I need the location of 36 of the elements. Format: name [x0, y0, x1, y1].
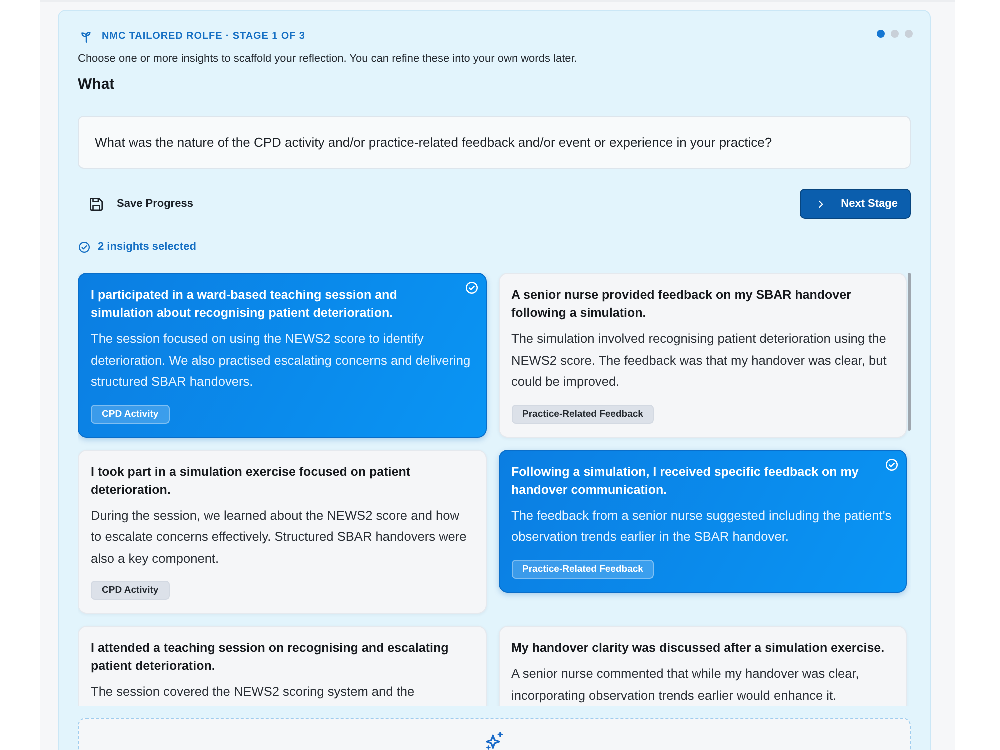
- question-prompt: What was the nature of the CPD activity and/or practice-related feedback and/or event or experience in your practice?: [78, 116, 911, 169]
- sparkle-icon: [486, 732, 504, 750]
- stage-dot-icon[interactable]: [905, 30, 913, 38]
- insight-text: The simulation involved recognising patient deterioration using the NEWS2 score. The feedback was that my handover was clear, but could be improved.: [512, 330, 888, 391]
- insight-title: I attended a teaching session on recognising and escalating patient deterioration.: [91, 640, 450, 675]
- insight-card[interactable]: My handover clarity was discussed after a simulation exercise. A senior nurse commented that while my handover was clear, incorporating observation trends earlier would enhance it.: [498, 626, 907, 706]
- insight-text: The session covered the NEWS2 scoring system and the: [91, 683, 416, 701]
- insight-title: I took part in a simulation exercise focused on patient deterioration.: [91, 464, 412, 498]
- insight-text: The session focused on using the NEWS2 score to identify deterioration. We also practised escalating concerns and delivering structured SBAR handovers.: [91, 330, 472, 391]
- insight-text: During the session, we learned about the NEWS2 score and how to escalate concerns effectively. Structured SBAR handovers were also a key component.: [91, 506, 468, 568]
- insight-title: Following a simulation, I received specific feedback on my handover communication.: [512, 464, 860, 498]
- category-tag: Practice-Related Feedback: [512, 560, 654, 578]
- chevron-right-icon: [819, 200, 824, 208]
- insight-text: A senior nurse commented that while my handover was clear, incorporating observation trends earlier would enhance it.: [512, 665, 860, 705]
- next-stage-button[interactable]: Next Stage: [800, 189, 911, 219]
- save-progress-button[interactable]: Save Progress: [78, 194, 202, 214]
- insight-title: A senior nurse provided feedback on my SBAR handover following a simulation.: [512, 287, 852, 322]
- category-tag: Practice-Related Feedback: [512, 404, 654, 424]
- stage-dot-icon[interactable]: [877, 30, 885, 38]
- insight-title: My handover clarity was discussed after a simulation exercise.: [512, 640, 886, 657]
- sprout-icon: [81, 32, 92, 42]
- insight-title: I participated in a ward-based teaching session and simulation about recognising patient deterioration.: [91, 287, 398, 322]
- check-circle-icon: [886, 458, 898, 470]
- section-title: What: [78, 75, 116, 95]
- category-tag: CPD Activity: [91, 581, 170, 600]
- stage-dot-icon[interactable]: [891, 30, 899, 38]
- instructions-text: Choose one or more insights to scaffold your reflection. You can refine these into your own words later.: [78, 52, 578, 67]
- scrollbar-thumb[interactable]: [908, 273, 911, 431]
- insight-card[interactable]: I attended a teaching session on recognising and escalating patient deterioration. The session covered the NEWS2 scoring system and the: [78, 626, 486, 706]
- selection-summary: 2 insights selected: [98, 240, 196, 255]
- check-circle-icon: [466, 282, 478, 294]
- category-tag: CPD Activity: [91, 404, 170, 424]
- check-circle-icon: [79, 242, 90, 252]
- insight-text: The feedback from a senior nurse suggested including the patient's observation trends earlier in the SBAR handover.: [512, 506, 893, 546]
- stage-label: NMC TAILORED ROLFE · STAGE 1 OF 3: [102, 30, 306, 44]
- save-icon: [90, 198, 103, 210]
